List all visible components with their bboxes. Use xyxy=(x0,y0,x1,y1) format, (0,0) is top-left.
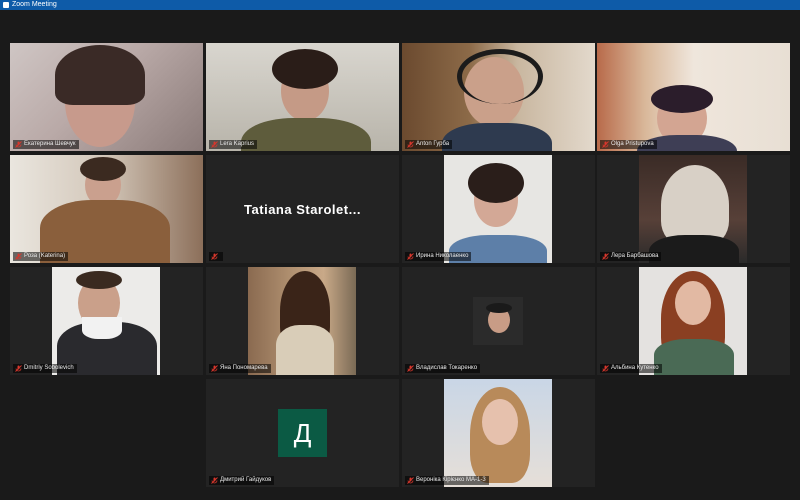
face-shape xyxy=(482,399,518,445)
participant-tile-active-speaker[interactable]: Роза (Katerina) xyxy=(10,155,203,263)
participant-name-label: Лера Барбашова xyxy=(600,252,662,261)
microphone-muted-icon xyxy=(602,141,609,148)
participant-name-label: Ирина Николаенко xyxy=(405,252,472,261)
sweater-shape xyxy=(276,325,334,375)
participant-tile[interactable]: Lera Kaprius xyxy=(206,43,399,151)
avatar: Д xyxy=(278,409,327,457)
participant-name-label: Роза (Katerina) xyxy=(13,252,69,261)
participant-name-label xyxy=(209,252,223,261)
microphone-muted-icon xyxy=(15,253,22,260)
hair-shape xyxy=(661,165,729,245)
participant-name-label: Anton Гурба xyxy=(405,140,453,149)
participant-video xyxy=(10,43,203,151)
participant-video xyxy=(248,267,356,375)
participant-video xyxy=(10,155,203,263)
participant-video xyxy=(473,297,523,345)
participant-video xyxy=(639,267,747,375)
hair-shape xyxy=(76,271,122,289)
participant-tile[interactable]: Владислав Токаренко xyxy=(402,267,595,375)
microphone-muted-icon xyxy=(15,365,22,372)
participant-name-label: Владислав Токаренко xyxy=(405,364,481,373)
participant-tile[interactable]: Яна Пономарева xyxy=(206,267,399,375)
participant-video xyxy=(206,43,399,151)
microphone-muted-icon xyxy=(407,477,414,484)
microphone-muted-icon xyxy=(407,253,414,260)
window-title: Zoom Meeting xyxy=(12,1,57,8)
participant-video xyxy=(444,155,552,263)
participant-tile[interactable]: Anton Гурба xyxy=(402,43,595,151)
face-shape xyxy=(675,281,711,325)
shirt-shape xyxy=(442,123,552,151)
participant-name-label: Альбина Кутенко xyxy=(600,364,662,373)
participant-tile[interactable]: Лера Барбашова xyxy=(597,155,790,263)
hair-shape xyxy=(651,85,713,113)
microphone-muted-icon xyxy=(211,253,218,260)
microphone-muted-icon xyxy=(211,477,218,484)
participant-tile[interactable]: Д Дмитрий Гайдуков xyxy=(206,379,399,487)
participant-name-label: Дмитрий Гайдуков xyxy=(209,476,275,485)
participant-name-label: Lera Kaprius xyxy=(209,140,258,149)
participant-video xyxy=(597,43,790,151)
participant-video xyxy=(402,43,595,151)
hair-shape xyxy=(55,45,145,105)
participant-name-label: Екатерина Шевчук xyxy=(13,140,79,149)
participant-tile[interactable]: Вероніка Кірієнко МА-1-3 xyxy=(402,379,595,487)
microphone-muted-icon xyxy=(407,365,414,372)
participant-display-name: Tatiana Starolet... xyxy=(244,202,361,217)
participant-video xyxy=(639,155,747,263)
participant-tile[interactable]: Ирина Николаенко xyxy=(402,155,595,263)
participant-tile[interactable]: Olga Pristupova xyxy=(597,43,790,151)
headphones-shape xyxy=(457,49,543,104)
window-titlebar: Zoom Meeting xyxy=(0,0,800,10)
microphone-muted-icon xyxy=(211,365,218,372)
participant-name-label: Яна Пономарева xyxy=(209,364,271,373)
participant-name-label: Dmitriy Sobolevich xyxy=(13,364,77,373)
microphone-muted-icon xyxy=(602,365,609,372)
participant-tile[interactable]: Альбина Кутенко xyxy=(597,267,790,375)
microphone-muted-icon xyxy=(211,141,218,148)
microphone-muted-icon xyxy=(407,141,414,148)
collar-shape xyxy=(82,317,122,339)
hair-shape xyxy=(80,157,126,181)
participant-video xyxy=(444,379,552,487)
participant-tile[interactable]: Екатерина Шевчук xyxy=(10,43,203,151)
hair-shape xyxy=(272,49,338,89)
participant-tile[interactable]: Dmitriy Sobolevich xyxy=(10,267,203,375)
shirt-shape xyxy=(654,339,734,375)
hair-shape xyxy=(486,303,512,313)
microphone-muted-icon xyxy=(15,141,22,148)
participant-name-label: Вероніка Кірієнко МА-1-3 xyxy=(405,476,489,485)
hair-shape xyxy=(468,163,524,203)
shirt-shape xyxy=(241,118,371,151)
participant-video xyxy=(52,267,160,375)
microphone-muted-icon xyxy=(602,253,609,260)
jacket-shape xyxy=(649,235,739,263)
zoom-app-icon xyxy=(3,2,9,8)
participant-tile[interactable]: Tatiana Starolet... xyxy=(206,155,399,263)
participant-name-label: Olga Pristupova xyxy=(600,140,657,149)
